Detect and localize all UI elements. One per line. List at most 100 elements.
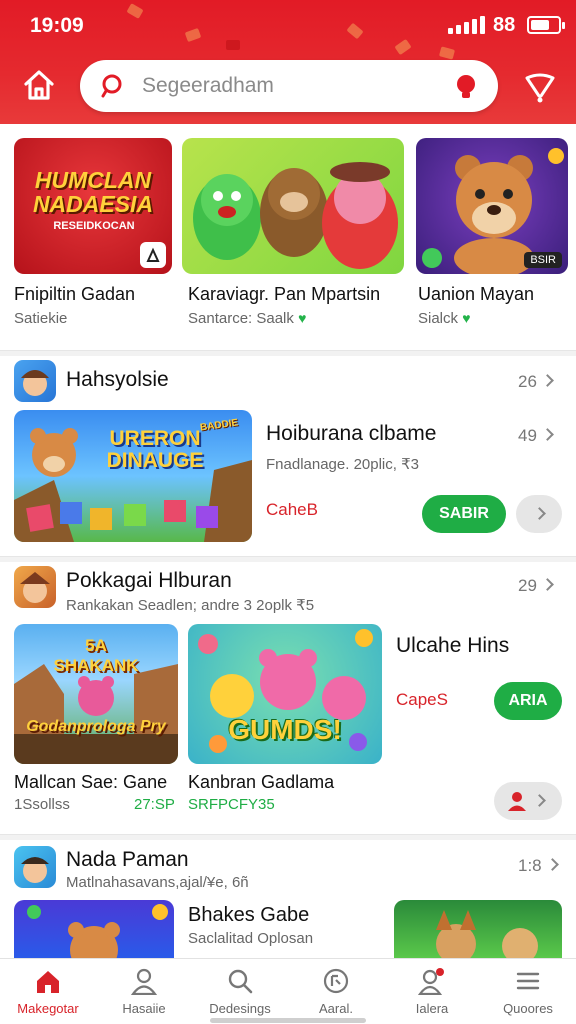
tile-art-text: HUMCLAN NADAESIA <box>32 167 154 217</box>
chevron-right-icon <box>541 428 554 441</box>
home-indicator <box>210 1018 366 1023</box>
tile-art-subtext: RESEIDKOCAN <box>53 220 135 232</box>
featured-title-2[interactable]: Karaviagr. Pan Mpartsin <box>188 284 380 305</box>
side-install-button[interactable]: ARIA <box>494 682 562 720</box>
section-subtitle: Rankakan Seadlen; andre 3 2oplk ₹5 <box>66 597 315 614</box>
section-count[interactable]: 29 <box>518 576 554 596</box>
featured-row: HUMCLAN NADAESIA RESEIDKOCAN Fnipiltin G… <box>0 124 576 352</box>
app-name[interactable]: Hoiburana clbame <box>266 422 436 446</box>
section-count[interactable]: 1:8 <box>518 856 559 876</box>
section-divider <box>0 556 576 562</box>
game-banner-1[interactable]: 5A SHAKANK Godanprologa Pry <box>14 624 178 764</box>
side-app-link[interactable]: CapeS <box>396 690 448 710</box>
game-sub-left-1: 1Ssollss <box>14 796 70 813</box>
banner-art-bottom: Godanprologa Pry <box>26 718 166 735</box>
menu-icon <box>516 972 540 990</box>
app-banner[interactable]: URERON DINAUGE BADDIE <box>14 410 252 542</box>
section-icon <box>14 846 56 888</box>
status-bar: 19:09 88 <box>0 0 576 52</box>
nav-item-search[interactable]: Dedesings <box>192 959 288 1024</box>
bottom-navigation: Makegotar Hasaiie Dedesings Aaral. Ialer… <box>0 958 576 1024</box>
game-title-1[interactable]: Mallcan Sae: Gane <box>14 772 167 793</box>
nav-label: Dedesings <box>209 1001 271 1016</box>
heart-icon: ♥ <box>462 310 471 326</box>
banner-art-top: 5A SHAKANK <box>53 636 139 675</box>
section-icon <box>14 566 56 608</box>
chevron-right-icon <box>541 578 554 591</box>
more-button[interactable] <box>516 495 562 533</box>
nav-label: Aaral. <box>319 1001 353 1016</box>
featured-title-3[interactable]: Uanion Mayan <box>418 284 534 305</box>
featured-title-1[interactable]: Fnipiltin Gadan <box>14 284 135 305</box>
featured-subtitle-2: Santarce: Saalk ♥ <box>188 310 307 327</box>
nav-item-updates[interactable]: Aaral. <box>288 959 384 1024</box>
filter-icon <box>525 73 555 103</box>
dogs-illustration <box>436 910 538 958</box>
section-title[interactable]: Pokkagai Hlburan <box>66 569 232 593</box>
user-more-button[interactable] <box>494 782 562 820</box>
app-header: 19:09 88 Segeeradham <box>0 0 576 124</box>
person-icon <box>130 968 158 995</box>
status-time: 19:09 <box>30 14 84 37</box>
person-icon <box>508 792 526 811</box>
game-sub-right-1: 27:SP <box>134 796 175 813</box>
chevron-right-icon <box>533 794 546 807</box>
bear-game-illustration <box>27 904 168 958</box>
side-app-title[interactable]: Ulcahe Hins <box>396 634 509 658</box>
app-count[interactable]: 49 <box>518 426 554 446</box>
search-icon <box>228 969 253 994</box>
notification-person-icon <box>418 968 444 995</box>
cartoon-bears-illustration <box>193 162 398 269</box>
search-placeholder: Segeeradham <box>142 74 274 97</box>
signal-icon <box>448 16 486 34</box>
battery-icon <box>527 16 565 34</box>
banner-art-text: GUMDS! <box>228 714 342 745</box>
nav-label: Makegotar <box>17 1001 79 1016</box>
chevron-right-icon <box>545 858 559 871</box>
home-button[interactable] <box>20 66 58 104</box>
game-banner-3[interactable] <box>14 900 174 958</box>
featured-tile-1[interactable]: HUMCLAN NADAESIA RESEIDKOCAN <box>14 138 172 274</box>
banner-art-title: URERON DINAUGE <box>106 427 204 472</box>
nav-item-account[interactable]: Ialera <box>384 959 480 1024</box>
badge-icon <box>140 242 166 268</box>
section-icon <box>14 360 56 402</box>
chevron-right-icon <box>533 507 546 520</box>
game-title-2[interactable]: Kanbran Gadlama <box>188 772 334 793</box>
home-icon <box>24 70 54 100</box>
section-subtitle: Matlnahasavans,ajal/¥e, 6ñ <box>66 874 249 891</box>
nav-item-home[interactable]: Makegotar <box>0 959 96 1024</box>
nav-label: Ialera <box>415 1001 449 1016</box>
refresh-icon <box>323 968 349 994</box>
app-name[interactable]: Bhakes Gabe <box>188 904 309 927</box>
app-link[interactable]: CaheB <box>266 500 318 520</box>
section-title[interactable]: Hahsyolsie <box>66 368 169 392</box>
game-banner-4[interactable] <box>394 900 562 958</box>
app-meta: Saclalitad Oplosan <box>188 930 314 947</box>
game-sub-2: SRFPCFY35 <box>188 796 275 813</box>
battery-percent: 88 <box>493 14 516 36</box>
featured-subtitle-1: Satiekie <box>14 310 68 327</box>
install-button[interactable]: SABIR <box>422 495 506 533</box>
search-icon <box>101 74 122 98</box>
heart-icon: ♥ <box>298 310 307 326</box>
chevron-right-icon <box>541 374 554 387</box>
app-meta: Fnadlanage. 20plic, ₹3 <box>266 456 419 473</box>
nav-item-menu[interactable]: Quoores <box>480 959 576 1024</box>
filter-button[interactable] <box>520 66 560 106</box>
featured-tile-3[interactable]: BSIR <box>416 138 568 274</box>
nav-item-profile[interactable]: Hasaiie <box>96 959 192 1024</box>
search-bar[interactable]: Segeeradham <box>80 60 498 112</box>
microphone-icon[interactable] <box>452 72 480 100</box>
tile-badge: BSIR <box>524 252 562 268</box>
featured-tile-2[interactable] <box>182 138 404 274</box>
section-title[interactable]: Nada Paman <box>66 848 189 872</box>
home-icon <box>37 971 59 993</box>
section-divider <box>0 834 576 840</box>
nav-label: Quoores <box>503 1001 553 1016</box>
section-divider <box>0 350 576 356</box>
game-banner-2[interactable]: GUMDS! <box>188 624 382 764</box>
featured-subtitle-3: Sialck ♥ <box>418 310 471 327</box>
nav-label: Hasaiie <box>122 1001 166 1016</box>
section-count[interactable]: 26 <box>518 372 554 392</box>
